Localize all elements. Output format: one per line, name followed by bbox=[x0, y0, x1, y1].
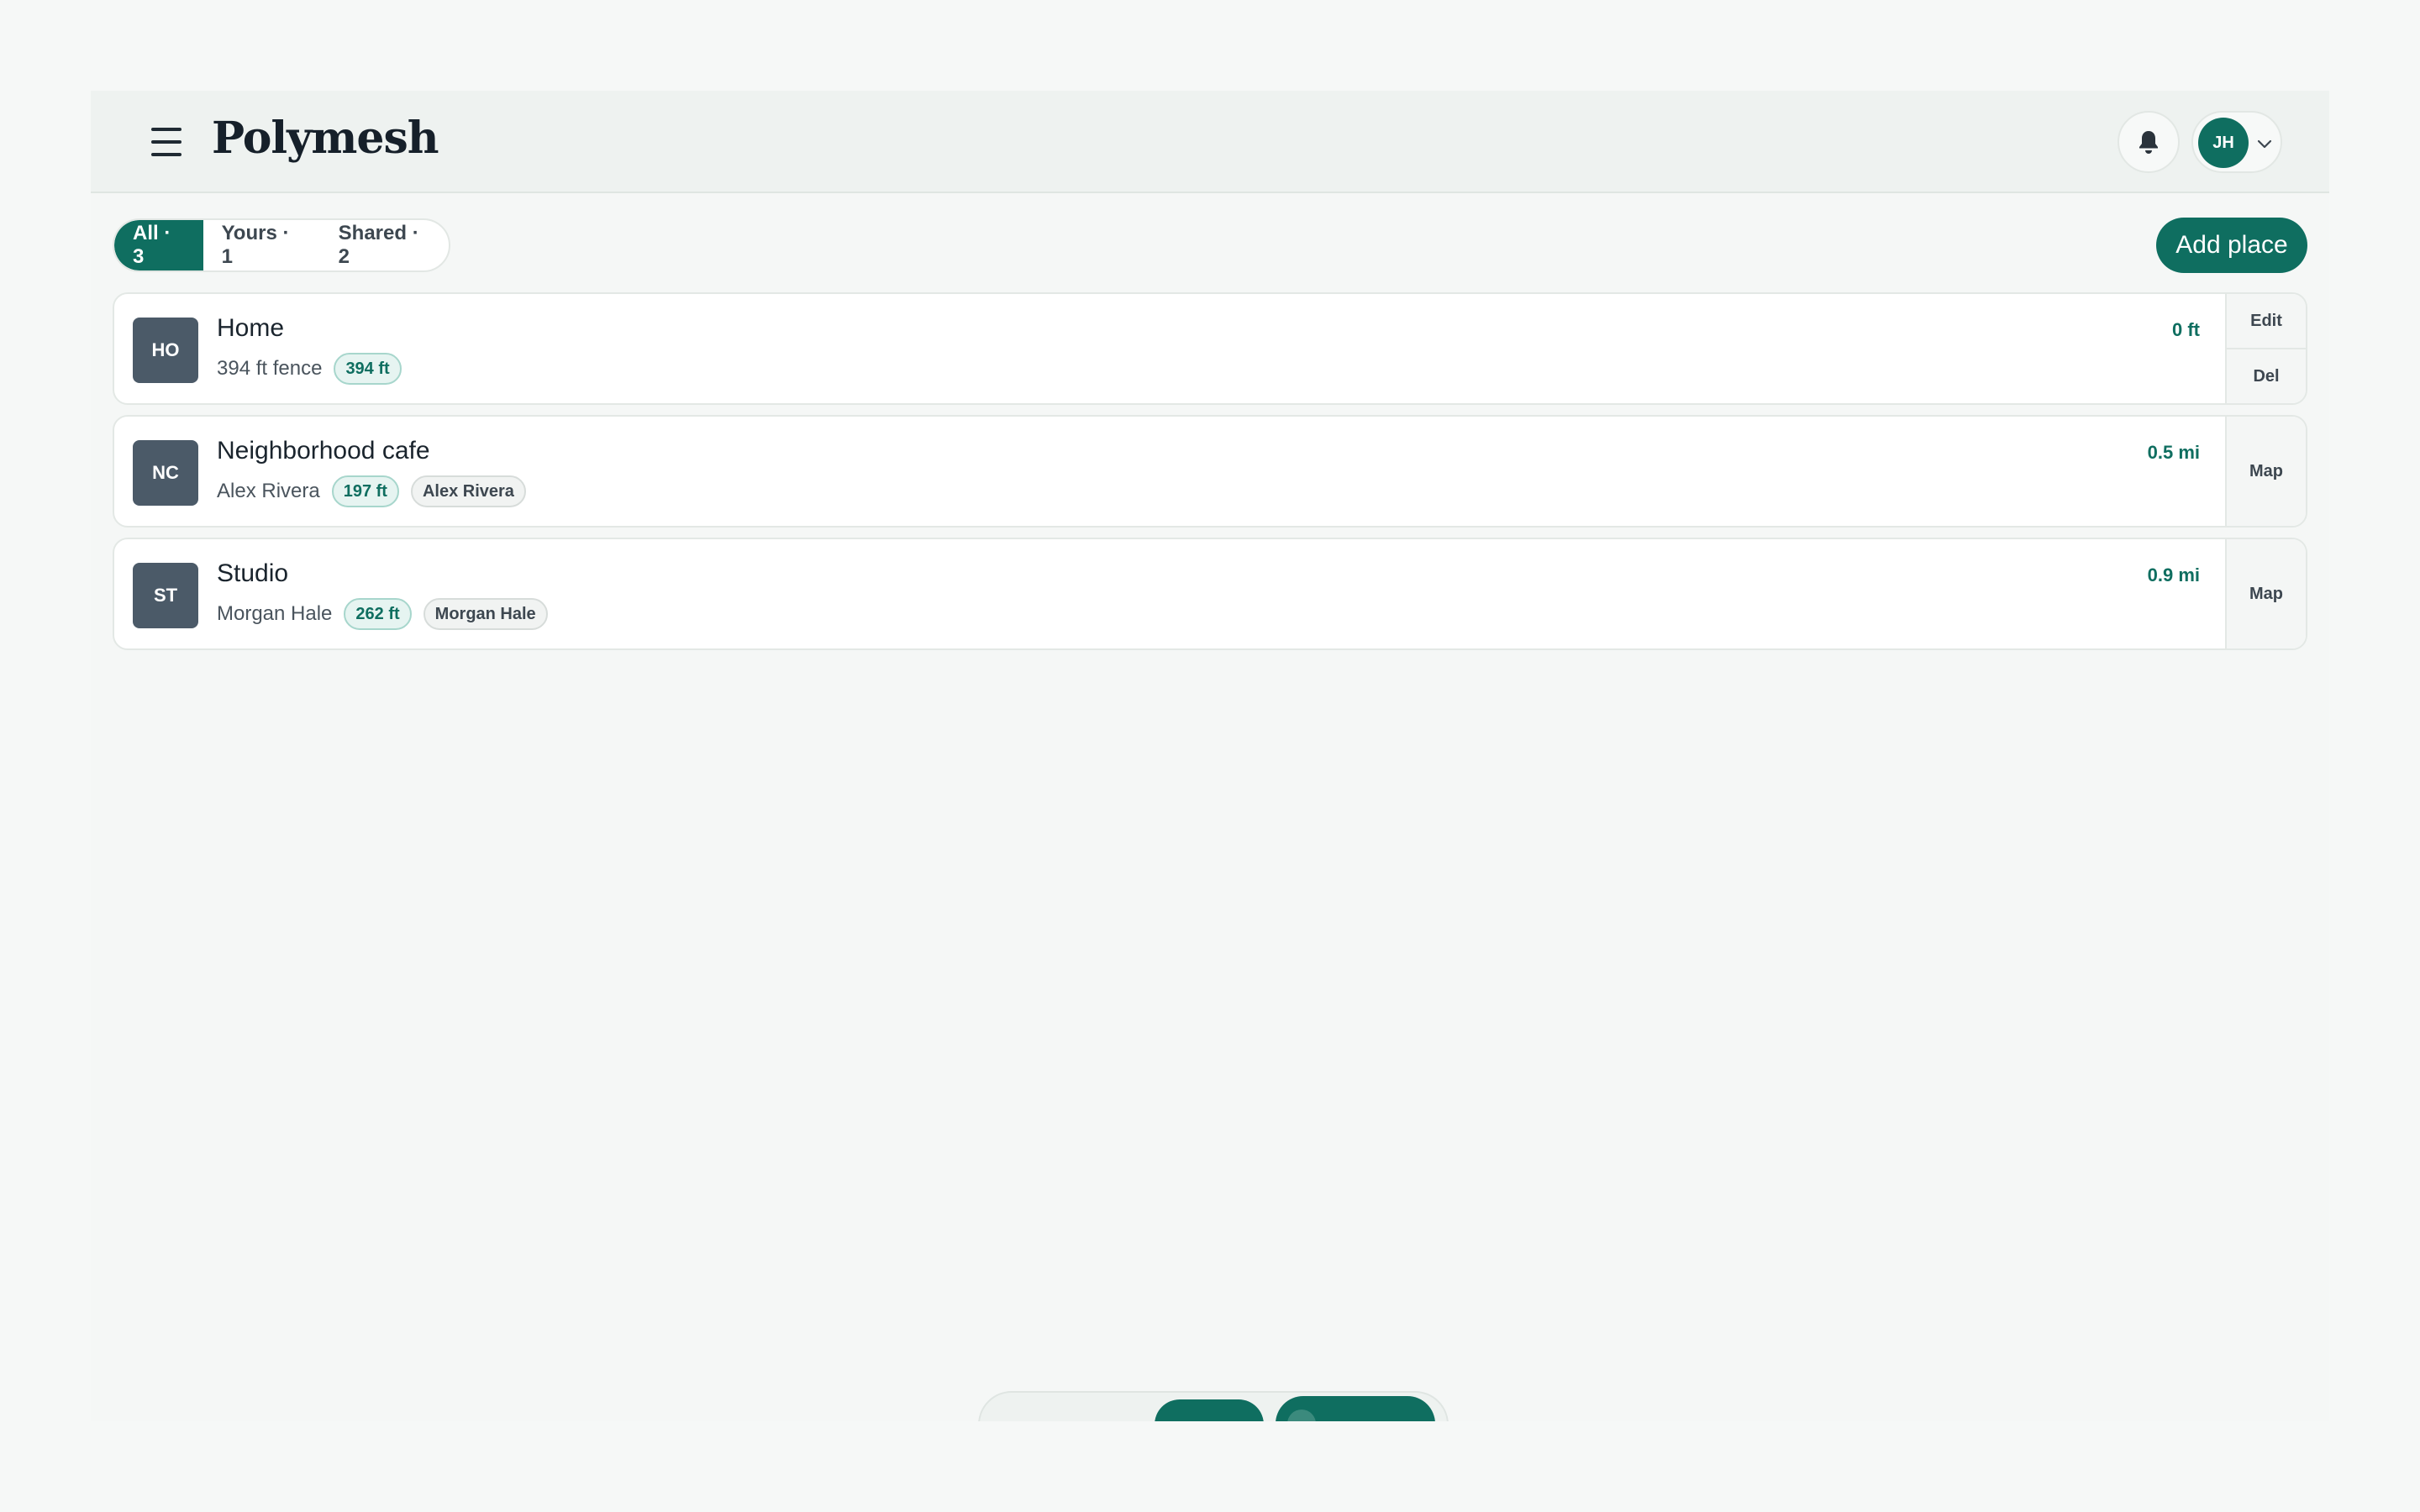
view-toggle-dock bbox=[978, 1391, 1449, 1421]
radius-badge: 197 ft bbox=[331, 475, 399, 507]
user-menu-button[interactable]: JH bbox=[2191, 111, 2282, 173]
place-name: Neighborhood cafe bbox=[217, 437, 430, 465]
place-card-home[interactable]: HO Home 394 ft fence 394 ft 0 ft Edit De… bbox=[113, 292, 2307, 405]
owner-badge: Alex Rivera bbox=[410, 475, 526, 507]
delete-button[interactable]: Del bbox=[2227, 348, 2306, 403]
notifications-button[interactable] bbox=[2118, 111, 2180, 173]
filter-yours[interactable]: Yours · 1 bbox=[203, 220, 320, 270]
place-subtitle: 394 ft fence bbox=[217, 357, 323, 380]
filter-shared[interactable]: Shared · 2 bbox=[320, 220, 449, 270]
edit-button[interactable]: Edit bbox=[2227, 294, 2306, 348]
brand-logo: Polymesh bbox=[212, 113, 439, 164]
place-tile: HO bbox=[133, 318, 198, 383]
place-card-studio[interactable]: ST Studio Morgan Hale 262 ft Morgan Hale… bbox=[113, 538, 2307, 650]
menu-icon[interactable] bbox=[145, 124, 188, 160]
view-toggle-option[interactable] bbox=[1155, 1399, 1264, 1421]
map-button[interactable]: Map bbox=[2227, 417, 2306, 526]
top-bar: Polymesh JH bbox=[91, 91, 2329, 193]
place-card-neighborhood-cafe[interactable]: NC Neighborhood cafe Alex Rivera 197 ft … bbox=[113, 415, 2307, 528]
place-distance: 0.5 mi bbox=[2147, 442, 2200, 463]
radius-badge: 262 ft bbox=[344, 598, 412, 630]
card-actions: Map bbox=[2225, 417, 2306, 526]
map-button[interactable]: Map bbox=[2227, 539, 2306, 648]
card-actions: Map bbox=[2225, 539, 2306, 648]
place-name: Studio bbox=[217, 559, 289, 587]
avatar: JH bbox=[2198, 118, 2249, 168]
place-tile: ST bbox=[133, 563, 198, 628]
place-meta: 394 ft fence 394 ft bbox=[217, 353, 402, 385]
place-distance: 0 ft bbox=[2172, 319, 2200, 340]
place-subtitle: Morgan Hale bbox=[217, 602, 333, 625]
card-actions: Edit Del bbox=[2225, 294, 2306, 403]
owner-badge: Morgan Hale bbox=[423, 598, 548, 630]
place-meta: Morgan Hale 262 ft Morgan Hale bbox=[217, 598, 548, 630]
view-toggle-option[interactable] bbox=[1276, 1396, 1435, 1421]
toggle-dot bbox=[1287, 1410, 1316, 1421]
place-distance: 0.9 mi bbox=[2147, 564, 2200, 585]
bell-icon bbox=[2139, 131, 2158, 154]
app-window: Polymesh JH All · 3 Yours · 1 Shared · 2… bbox=[91, 91, 2329, 1421]
place-subtitle: Alex Rivera bbox=[217, 480, 320, 502]
add-place-button[interactable]: Add place bbox=[2156, 218, 2307, 273]
place-meta: Alex Rivera 197 ft Alex Rivera bbox=[217, 475, 526, 507]
place-tile: NC bbox=[133, 440, 198, 506]
chevron-down-icon bbox=[2257, 139, 2272, 149]
place-name: Home bbox=[217, 314, 285, 342]
radius-badge: 394 ft bbox=[334, 353, 402, 385]
filter-all[interactable]: All · 3 bbox=[114, 220, 203, 270]
filter-tabs: All · 3 Yours · 1 Shared · 2 bbox=[113, 218, 450, 272]
